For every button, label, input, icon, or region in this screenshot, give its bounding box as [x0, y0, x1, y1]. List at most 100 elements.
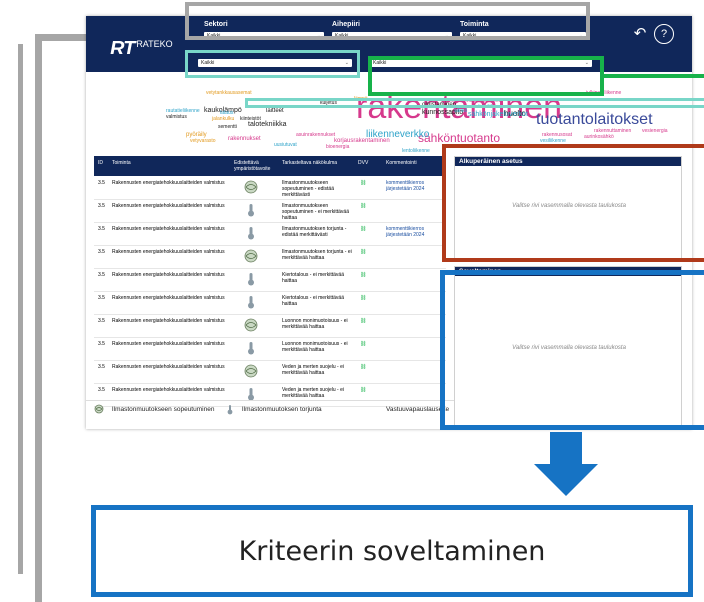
- word-cloud-term[interactable]: sähkönjakeluverkot: [468, 111, 528, 118]
- row-nakokulma: Veden ja merten suojelu - ei merkittävää…: [282, 364, 344, 376]
- footer-divider: [86, 400, 456, 401]
- row-id: 3.5: [98, 387, 105, 393]
- row-id: 3.5: [98, 341, 105, 347]
- table-body: 3.5 Rakennusten energiatehokkuuslaitteide…: [94, 176, 446, 408]
- col-tavoite[interactable]: Edistettävä ympäristötavoite: [234, 160, 270, 172]
- globe-icon: [244, 318, 258, 332]
- row-nakokulma: Veden ja merten suojelu - ei merkittävää…: [282, 387, 344, 399]
- link-icon[interactable]: ⛓: [360, 387, 366, 393]
- row-toiminta: Rakennusten energiatehokkuuslaitteiden v…: [112, 249, 225, 255]
- word-cloud-term[interactable]: valmistus: [166, 115, 187, 120]
- row-id: 3.5: [98, 226, 105, 232]
- row-comment: kommenttikierros järjestetään 2024: [386, 226, 425, 238]
- thermometer-icon: [227, 405, 233, 415]
- link-icon[interactable]: ⛓: [360, 249, 366, 255]
- word-cloud-term[interactable]: laitteet: [266, 108, 284, 114]
- link-icon[interactable]: ⛓: [360, 180, 366, 186]
- table-row[interactable]: 3.5 Rakennusten energiatehokkuuslaitteide…: [94, 199, 446, 223]
- col-id[interactable]: ID: [98, 160, 103, 166]
- globe-icon: [244, 364, 258, 378]
- callout-box-gray: [185, 2, 590, 40]
- link-icon[interactable]: ⛓: [360, 295, 366, 301]
- thermometer-icon: [248, 227, 254, 240]
- row-toiminta: Rakennusten energiatehokkuuslaitteiden v…: [112, 203, 225, 209]
- row-toiminta: Rakennusten energiatehokkuuslaitteiden v…: [112, 318, 225, 324]
- word-cloud-term[interactable]: lentoliikenne: [402, 149, 430, 154]
- thermometer-icon: [248, 342, 254, 355]
- globe-icon: [244, 180, 258, 194]
- row-nakokulma: Kiertotalous - ei merkittävää haittaa: [282, 295, 344, 307]
- word-cloud-term[interactable]: bioenergia: [326, 145, 349, 150]
- row-toiminta: Rakennusten energiatehokkuuslaitteiden v…: [112, 387, 225, 393]
- globe-icon: [244, 249, 258, 263]
- callout-box-blue: [440, 270, 704, 430]
- link-icon[interactable]: ⛓: [360, 341, 366, 347]
- row-toiminta: Rakennusten energiatehokkuuslaitteiden v…: [112, 226, 225, 232]
- table-row[interactable]: 3.5 Rakennusten energiatehokkuuslaitteide…: [94, 245, 446, 269]
- row-id: 3.5: [98, 318, 105, 324]
- thermometer-icon: [248, 388, 254, 401]
- table-row[interactable]: 3.5 Rakennusten energiatehokkuuslaitteide…: [94, 337, 446, 361]
- link-icon[interactable]: ⛓: [360, 318, 366, 324]
- link-icon[interactable]: ⛓: [360, 203, 366, 209]
- table-row[interactable]: 3.5 Rakennusten energiatehokkuuslaitteide…: [94, 176, 446, 200]
- word-cloud-term[interactable]: sementti: [218, 125, 237, 130]
- row-id: 3.5: [98, 249, 105, 255]
- word-cloud-term[interactable]: asuinrakennukset: [296, 133, 335, 138]
- word-cloud-term[interactable]: tuotantolaitokset: [536, 112, 653, 128]
- criteria-application-box: Kriteerin soveltaminen: [91, 505, 693, 597]
- table-row[interactable]: 3.5 Rakennusten energiatehokkuuslaitteide…: [94, 222, 446, 246]
- table-header: ID Toiminta Edistettävä ympäristötavoite…: [94, 156, 446, 176]
- row-id: 3.5: [98, 295, 105, 301]
- link-icon[interactable]: ⛓: [360, 364, 366, 370]
- word-cloud-term[interactable]: rakennusosat: [542, 133, 572, 138]
- col-dvv[interactable]: DVV: [358, 160, 368, 166]
- table-row[interactable]: 3.5 Rakennusten energiatehokkuuslaitteide…: [94, 291, 446, 315]
- logo-text: RATEKO: [136, 39, 173, 49]
- row-id: 3.5: [98, 272, 105, 278]
- word-cloud-term[interactable]: lataus: [220, 111, 233, 116]
- row-id: 3.5: [98, 203, 105, 209]
- row-comment: kommenttikierros järjestetään 2024: [386, 180, 425, 192]
- callout-line-green: [600, 74, 704, 78]
- link-icon[interactable]: ⛓: [360, 226, 366, 232]
- word-cloud-term[interactable]: jalankulku: [212, 117, 234, 122]
- word-cloud-term[interactable]: sähkö: [454, 109, 467, 114]
- word-cloud-term[interactable]: uusiutuvat: [274, 143, 297, 148]
- word-cloud-term[interactable]: talotekniikka: [248, 121, 287, 128]
- row-toiminta: Rakennusten energiatehokkuuslaitteiden v…: [112, 295, 225, 301]
- col-nakokulma[interactable]: Tarkasteltava näkökulma: [282, 160, 337, 166]
- callout-line-teal: [245, 98, 704, 108]
- row-nakokulma: Luonnon monimuotoisuus - ei merkittävää …: [282, 318, 348, 330]
- legend-adapt-label: Ilmastonmuutokseen sopeutuminen: [111, 405, 215, 413]
- row-id: 3.5: [98, 180, 105, 186]
- row-nakokulma: Luonnon monimuotoisuus - ei merkittävää …: [282, 341, 348, 353]
- legend-mitigate: Ilmastonmuutoksen torjunta: [226, 404, 322, 415]
- help-icon[interactable]: ?: [654, 24, 674, 44]
- row-toiminta: Rakennusten energiatehokkuuslaitteiden v…: [112, 341, 225, 347]
- word-cloud-term[interactable]: sähköntuotanto: [418, 132, 500, 144]
- thermometer-icon: [248, 273, 254, 286]
- word-cloud-term[interactable]: vetytankkausasemat: [206, 91, 252, 96]
- word-cloud-term[interactable]: rakennuttaminen: [594, 129, 631, 134]
- row-toiminta: Rakennusten energiatehokkuuslaitteiden v…: [112, 180, 225, 186]
- callout-box-teal: [185, 50, 360, 78]
- callout-line-gray-vertical: [35, 34, 42, 602]
- word-cloud-term[interactable]: vesienergia: [642, 129, 668, 134]
- col-toiminta[interactable]: Toiminta: [112, 160, 131, 166]
- back-icon[interactable]: ↶: [630, 26, 650, 41]
- col-kommentointi[interactable]: Kommentointi: [386, 160, 417, 166]
- table-row[interactable]: 3.5 Rakennusten energiatehokkuuslaitteide…: [94, 360, 446, 384]
- callout-box-red: [442, 144, 704, 262]
- word-cloud-term[interactable]: kiinteistöt: [240, 117, 261, 122]
- row-toiminta: Rakennusten energiatehokkuuslaitteiden v…: [112, 272, 225, 278]
- word-cloud-term[interactable]: vetyvarasto: [190, 139, 216, 144]
- thermometer-icon: [248, 296, 254, 309]
- table-row[interactable]: 3.5 Rakennusten energiatehokkuuslaitteide…: [94, 314, 446, 338]
- link-icon[interactable]: ⛓: [360, 272, 366, 278]
- word-cloud-term[interactable]: rakennukset: [228, 136, 261, 142]
- arrow-down-icon: [534, 432, 598, 496]
- table-row[interactable]: 3.5 Rakennusten energiatehokkuuslaitteide…: [94, 268, 446, 292]
- word-cloud-term[interactable]: aurinkosähkö: [584, 135, 614, 140]
- legend-adapt: Ilmastonmuutokseen sopeutuminen: [94, 404, 214, 414]
